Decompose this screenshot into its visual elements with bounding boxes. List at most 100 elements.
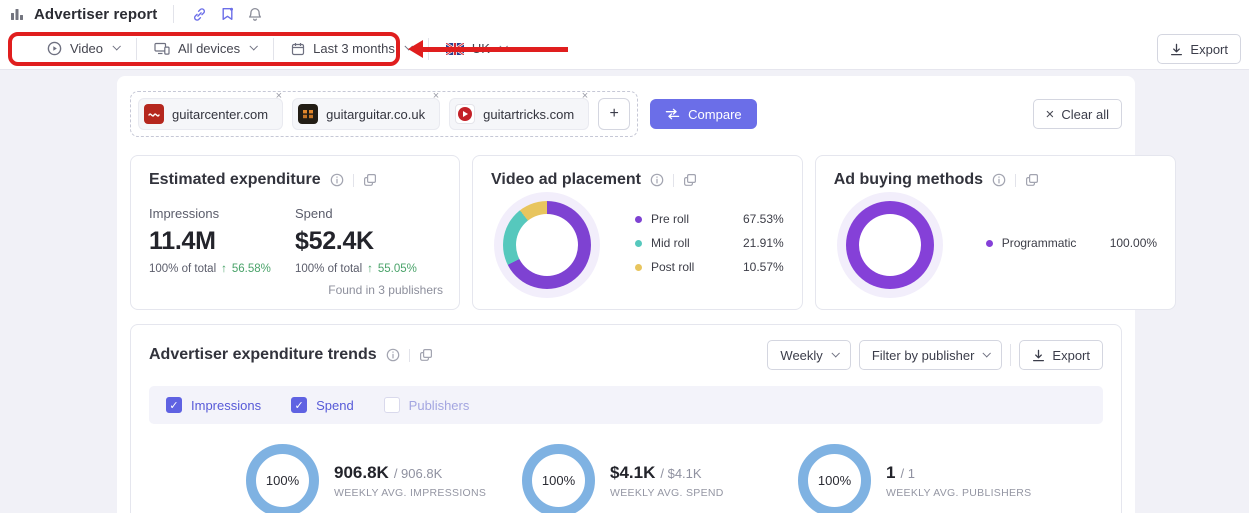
filter-ad-type[interactable]: Video [30,41,136,56]
checkbox-label: Spend [316,398,354,413]
legend-label: Pre roll [651,212,743,226]
filter-country-label: UK [472,41,490,56]
card-title: Video ad placement [491,171,641,189]
copy-icon[interactable] [363,173,377,187]
link-icon[interactable] [190,5,209,24]
filter-country[interactable]: UK [429,41,523,56]
arrow-up-icon: ↑ [367,263,373,275]
ring-percent: 100% [266,473,299,488]
remove-chip-icon[interactable]: × [276,91,282,102]
clear-all-button[interactable]: × Clear all [1033,99,1122,129]
checkbox-icon [384,397,400,413]
checkbox-label: Impressions [191,398,261,413]
bookmark-icon[interactable] [219,5,236,23]
download-icon [1032,349,1045,362]
legend-value: 100.00% [1110,236,1157,250]
compare-icon [665,108,680,120]
chevron-down-icon [404,42,412,50]
summary-total: / 1 [900,466,914,481]
checkbox-icon: ✓ [291,397,307,413]
publishers-summary: 100% 1 / 1 WEEKLY AVG. PUBLISHERS [798,444,1074,513]
interval-dropdown[interactable]: Weekly [767,340,850,370]
info-icon[interactable] [330,173,344,187]
checkbox-label: Publishers [409,398,470,413]
legend-value: 67.53% [743,212,784,226]
copy-icon[interactable] [419,348,433,362]
guitarcenter-favicon [144,104,164,124]
devices-icon [154,42,170,56]
add-domain-button[interactable]: + [598,98,630,130]
spend-summary: 100% $4.1K / $4.1K WEEKLY AVG. SPEND [522,444,798,513]
domain-chip[interactable]: guitartricks.com × [449,98,589,130]
spend-stat: Spend $52.4K 100% of total ↑ 55.05% [295,206,441,275]
arrow-up-icon: ↑ [221,263,227,275]
remove-chip-icon[interactable]: × [433,91,439,102]
info-icon[interactable] [386,348,400,362]
guitarguitar-favicon [298,104,318,124]
export-button[interactable]: Export [1157,34,1241,64]
filter-devices[interactable]: All devices [137,41,273,56]
compare-button-label: Compare [688,107,741,122]
domain-chips-container: guitarcenter.com × guitarguitar.co.uk × … [130,91,638,137]
legend-dot [986,240,993,247]
publishers-checkbox[interactable]: Publishers [384,397,470,413]
domain-chip[interactable]: guitarcenter.com × [138,98,283,130]
info-icon[interactable] [992,173,1006,187]
copy-icon[interactable] [683,173,697,187]
video-play-icon [47,41,62,56]
series-toggle-band: ✓ Impressions ✓ Spend Publishers [149,386,1103,424]
filter-by-publisher-label: Filter by publisher [872,348,975,363]
divider [1015,174,1016,187]
legend-item: Mid roll 21.91% [635,236,784,250]
checkbox-icon: ✓ [166,397,182,413]
filter-by-publisher-dropdown[interactable]: Filter by publisher [859,340,1003,370]
impressions-stat: Impressions 11.4M 100% of total ↑ 56.58% [149,206,295,275]
domain-chip[interactable]: guitarguitar.co.uk × [292,98,440,130]
progress-ring: 100% [798,444,871,513]
legend-value: 21.91% [743,236,784,250]
ad-buying-methods-donut-chart [846,201,934,289]
ad-buying-methods-card: Ad buying methods [815,155,1176,310]
summary-value: 1 [886,463,895,483]
uk-flag-icon [446,43,464,55]
calendar-icon [291,42,305,56]
filter-date-range-label: Last 3 months [313,41,395,56]
impressions-checkbox[interactable]: ✓ Impressions [166,397,261,413]
bell-icon[interactable] [246,5,264,23]
divider [409,349,410,362]
publishers-footnote: Found in 3 publishers [328,283,443,297]
info-icon[interactable] [650,173,664,187]
domain-chip-label: guitartricks.com [483,107,574,122]
domain-chip-label: guitarguitar.co.uk [326,107,425,122]
report-icon [10,7,24,21]
legend-dot [635,216,642,223]
legend-label: Programmatic [1002,236,1110,250]
summary-value: $4.1K [610,463,655,483]
download-icon [1170,43,1183,56]
filter-date-range[interactable]: Last 3 months [274,41,428,56]
spend-value: $52.4K [295,227,441,256]
summary-caption: WEEKLY AVG. PUBLISHERS [886,487,1031,499]
legend-item: Programmatic 100.00% [986,236,1157,250]
interval-dropdown-label: Weekly [780,348,822,363]
competitors-row: guitarcenter.com × guitarguitar.co.uk × … [130,89,1122,137]
impressions-share: 100% of total [149,263,216,275]
spend-checkbox[interactable]: ✓ Spend [291,397,354,413]
estimated-expenditure-card: Estimated expenditure Impressions 11.4M [130,155,460,310]
compare-button[interactable]: Compare [650,99,756,129]
card-title: Estimated expenditure [149,171,321,189]
summary-caption: WEEKLY AVG. IMPRESSIONS [334,487,486,499]
legend-dot [635,264,642,271]
copy-icon[interactable] [1025,173,1039,187]
remove-chip-icon[interactable]: × [582,91,588,102]
card-title: Ad buying methods [834,171,983,189]
domain-chip-label: guitarcenter.com [172,107,268,122]
legend-value: 10.57% [743,260,784,274]
trends-export-label: Export [1052,348,1090,363]
trends-export-button[interactable]: Export [1019,340,1103,370]
export-button-label: Export [1190,42,1228,57]
divider [353,174,354,187]
report-content: guitarcenter.com × guitarguitar.co.uk × … [117,76,1135,513]
ring-percent: 100% [818,473,851,488]
video-ad-placement-legend: Pre roll 67.53% Mid roll 21.91% Post rol… [635,212,784,274]
